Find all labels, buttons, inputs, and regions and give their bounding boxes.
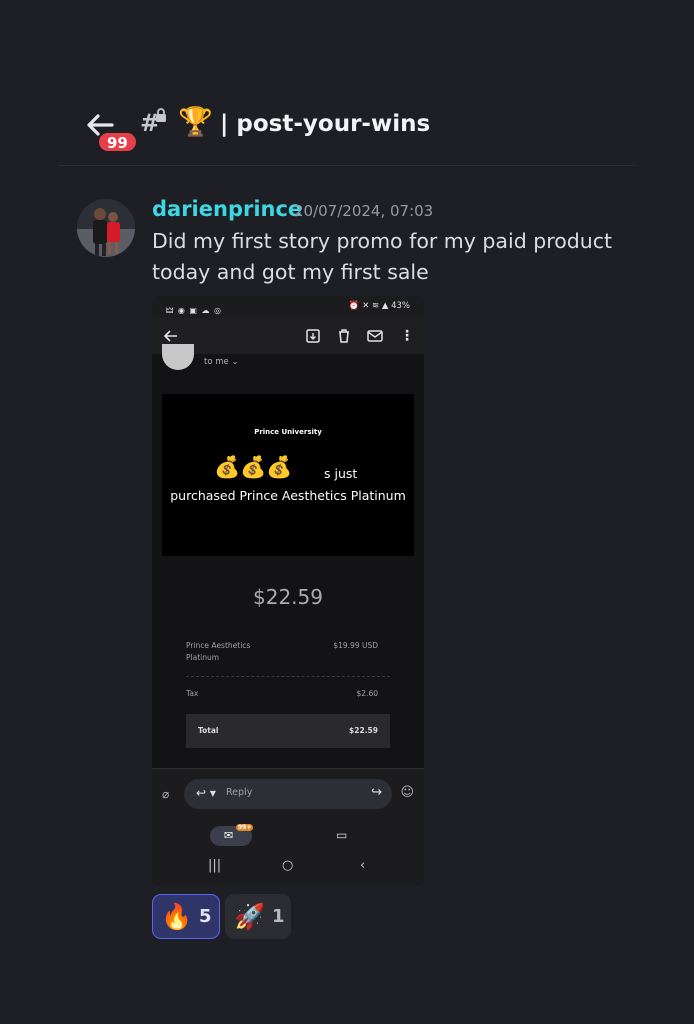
trophy-icon: 🏆 bbox=[178, 105, 213, 138]
more-vertical-icon: ⋮ bbox=[400, 328, 414, 344]
video-icon: ▭ bbox=[336, 828, 348, 842]
message-timestamp: 20/07/2024, 07:03 bbox=[294, 202, 434, 220]
status-icons-left: 🜲 ◉ ▣ ☁ ◎ bbox=[166, 306, 222, 315]
email-body: to me ⌄ Prince University 💰💰💰 s just pur… bbox=[152, 344, 424, 768]
line-item: Prince Aesthetics Platinum $19.99 USD bbox=[186, 640, 390, 674]
purchase-banner: Prince University 💰💰💰 s just purchased P… bbox=[162, 394, 414, 556]
phone-nav-bar: ✉ 99+ ▭ ||| ○ ‹ bbox=[152, 820, 424, 886]
separator bbox=[186, 676, 390, 677]
reply-arrow-icon: ↩ ▾ bbox=[196, 786, 216, 800]
envelope-icon: ✉ bbox=[224, 829, 234, 842]
reaction-rocket[interactable]: 🚀 1 bbox=[225, 894, 291, 939]
total-row: Total $22.59 bbox=[186, 714, 390, 748]
mail-count-badge: 99+ bbox=[236, 824, 254, 831]
reaction-fire[interactable]: 🔥 5 bbox=[152, 894, 220, 939]
to-me-label: to me ⌄ bbox=[204, 357, 239, 367]
headline-tail: s just bbox=[324, 466, 358, 481]
channel-header: 99 # 🏆 | post-your-wins bbox=[0, 0, 694, 166]
image-attachment[interactable]: 🜲 ◉ ▣ ☁ ◎ ⏰ ✕ ≋ ▲ 43% ⋮ to me ⌄ Prince U… bbox=[152, 296, 424, 886]
forward-icon: ↪ bbox=[371, 785, 382, 800]
brand-label: Prince University bbox=[254, 428, 322, 436]
system-back-icon: ‹ bbox=[360, 858, 366, 873]
total-label: Total bbox=[198, 726, 219, 735]
tax-row: Tax $2.60 bbox=[186, 689, 390, 705]
fire-icon: 🔥 bbox=[161, 902, 193, 931]
home-icon: ○ bbox=[282, 858, 294, 873]
rocket-icon: 🚀 bbox=[234, 902, 266, 931]
avatar-image bbox=[77, 199, 135, 257]
user-avatar[interactable] bbox=[77, 199, 135, 257]
tax-label: Tax bbox=[186, 689, 199, 698]
order-total: $22.59 bbox=[253, 585, 323, 609]
locked-channel-icon: # bbox=[140, 108, 170, 138]
mail-unread-icon bbox=[367, 330, 383, 342]
recents-icon: ||| bbox=[208, 858, 222, 873]
reply-bar: ⌀ ↩ ▾ Reply ↪ ☺ bbox=[152, 768, 424, 820]
unread-badge: 99 bbox=[97, 131, 138, 153]
reaction-count: 1 bbox=[272, 906, 285, 927]
phone-status-bar: 🜲 ◉ ▣ ☁ ◎ ⏰ ✕ ≋ ▲ 43% bbox=[152, 296, 424, 318]
headline-text: purchased Prince Aesthetics Platinum bbox=[170, 488, 406, 503]
archive-icon bbox=[306, 329, 320, 343]
lock-icon bbox=[156, 108, 166, 122]
message-username[interactable]: darienprince bbox=[152, 197, 302, 221]
status-icons-right: ⏰ ✕ ≋ ▲ 43% bbox=[348, 301, 410, 311]
reply-placeholder: Reply bbox=[226, 787, 253, 798]
money-bag-icon: 💰💰💰 bbox=[214, 455, 293, 479]
line-item-label: Prince Aesthetics Platinum bbox=[186, 641, 251, 662]
trash-icon bbox=[339, 329, 349, 343]
smiley-icon: ☺ bbox=[400, 785, 414, 800]
sender-avatar bbox=[162, 344, 194, 370]
arrow-left-icon bbox=[163, 330, 177, 342]
tax-amount: $2.60 bbox=[356, 689, 378, 698]
total-amount: $22.59 bbox=[349, 726, 378, 735]
message-text: Did my first story promo for my paid pro… bbox=[152, 229, 613, 284]
paperclip-icon: ⌀ bbox=[162, 787, 170, 801]
reply-field: ↩ ▾ Reply ↪ bbox=[184, 779, 392, 809]
line-item-amount: $19.99 USD bbox=[333, 641, 378, 650]
header-divider bbox=[58, 165, 636, 166]
channel-name[interactable]: | post-your-wins bbox=[220, 108, 430, 140]
reaction-count: 5 bbox=[199, 906, 212, 927]
